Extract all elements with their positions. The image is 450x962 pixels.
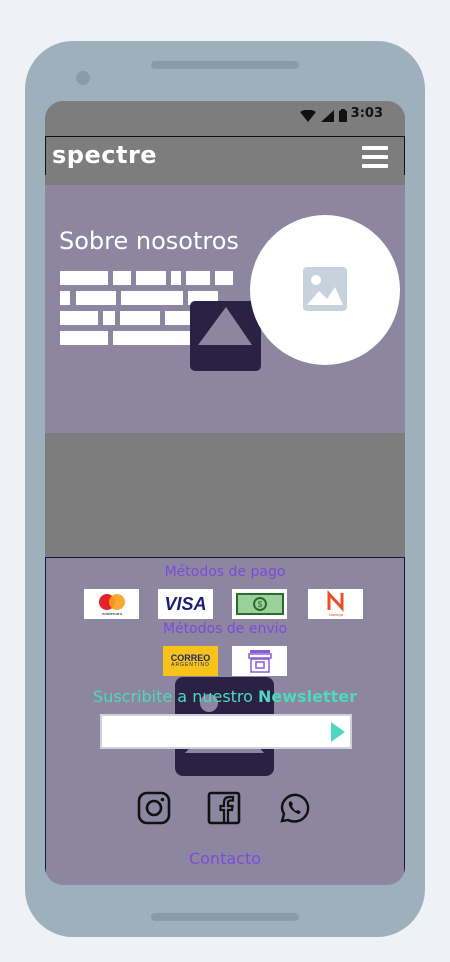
shipping-methods-title: Métodos de envio — [162, 621, 288, 637]
page-title: Sobre nosotros — [59, 227, 239, 255]
instagram-icon[interactable] — [137, 791, 171, 825]
contact-link[interactable]: Contacto — [45, 849, 405, 868]
whatsapp-icon[interactable] — [277, 791, 311, 825]
newsletter-title: Suscribite a nuestro Newsletter — [45, 687, 405, 706]
phone-screen: 3:03 spectre Sobre nosotros Métodos de p… — [45, 101, 405, 885]
image-icon — [303, 267, 347, 311]
status-icons — [300, 109, 347, 122]
top-navbar: spectre — [45, 136, 405, 177]
content-band — [45, 433, 405, 557]
newsletter-submit-button[interactable] — [331, 722, 345, 742]
home-bar — [151, 913, 299, 921]
status-time: 3:03 — [350, 106, 383, 121]
newsletter-prefix: Suscribite a nuestro — [93, 687, 259, 706]
correo-argentino-logo: CORREO ARGENTINO — [163, 646, 218, 676]
newsletter-bold: Newsletter — [258, 687, 357, 706]
wifi-icon — [300, 109, 316, 122]
menu-icon[interactable] — [362, 146, 388, 168]
status-bar: 3:03 — [45, 101, 405, 136]
svg-text:mastercard: mastercard — [101, 611, 121, 616]
battery-icon — [339, 109, 347, 122]
payment-methods-title: Métodos de pago — [164, 564, 286, 580]
about-image — [250, 215, 400, 365]
earpiece-speaker — [151, 61, 299, 69]
mastercard-logo: mastercard — [84, 589, 139, 619]
signal-icon — [321, 109, 334, 122]
image-icon — [198, 307, 252, 345]
brand-logo[interactable]: spectre — [52, 141, 157, 169]
naranja-logo: Naranja — [308, 589, 363, 619]
svg-text:$: $ — [257, 600, 262, 609]
facebook-icon[interactable] — [207, 791, 241, 825]
cash-logo: $ — [232, 589, 287, 619]
front-camera — [76, 71, 90, 85]
store-pickup-icon — [232, 646, 287, 676]
svg-text:Naranja: Naranja — [328, 612, 343, 617]
newsletter-email-input[interactable] — [100, 714, 352, 749]
image-placeholder — [190, 301, 261, 371]
visa-logo: VISA — [158, 589, 213, 619]
hero-divider — [45, 175, 405, 185]
